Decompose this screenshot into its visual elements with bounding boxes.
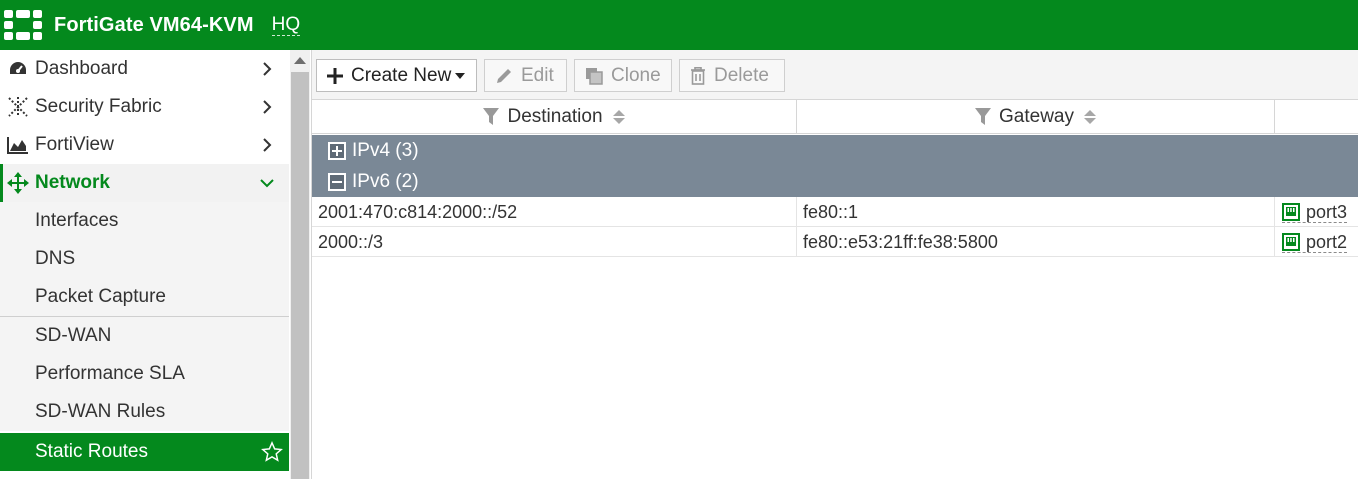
table-row[interactable]: 2001:470:c814:2000::/52 fe80::1 port3 xyxy=(312,197,1358,227)
sidebar-scrollbar[interactable] xyxy=(290,50,310,479)
column-label: Destination xyxy=(507,106,603,127)
main-content: Create New Edit Clone Delete Destination… xyxy=(311,50,1358,479)
network-port-icon xyxy=(1282,202,1300,221)
column-header-gateway[interactable]: Gateway xyxy=(797,100,1275,134)
sidebar-item-label: FortiView xyxy=(35,134,114,155)
edit-label: Edit xyxy=(521,64,554,86)
sidebar: Dashboard Security Fabric FortiView Netw… xyxy=(0,50,289,479)
sidebar-item-dashboard[interactable]: Dashboard xyxy=(0,50,289,88)
sidebar-item-security-fabric[interactable]: Security Fabric xyxy=(0,88,289,126)
toolbar: Create New Edit Clone Delete xyxy=(312,50,1358,100)
pencil-icon xyxy=(495,67,513,85)
clone-icon xyxy=(585,67,603,85)
group-label: IPv6 (2) xyxy=(352,170,419,192)
sidebar-item-label: Network xyxy=(35,172,110,193)
chevron-right-icon xyxy=(257,135,277,155)
sort-icon[interactable] xyxy=(1083,110,1096,124)
cell-gateway: fe80::e53:21ff:fe38:5800 xyxy=(797,227,1275,257)
clone-button[interactable]: Clone xyxy=(574,59,672,92)
app-title: FortiGate VM64-KVM xyxy=(54,13,254,36)
sidebar-item-label: Dashboard xyxy=(35,58,128,79)
dashboard-icon xyxy=(7,58,29,80)
group-row-ipv6[interactable]: IPv6 (2) xyxy=(312,166,1358,197)
cell-interface: port2 xyxy=(1275,227,1358,257)
sort-icon[interactable] xyxy=(612,110,625,124)
sidebar-item-network[interactable]: Network xyxy=(0,164,289,202)
table-row[interactable]: 2000::/3 fe80::e53:21ff:fe38:5800 port2 xyxy=(312,227,1358,257)
hostname-link[interactable]: HQ xyxy=(271,14,301,36)
top-banner: FortiGate VM64-KVM HQ xyxy=(0,0,1358,50)
delete-label: Delete xyxy=(714,64,769,86)
chevron-right-icon xyxy=(257,59,277,79)
sidebar-subitem-static-routes[interactable]: Static Routes xyxy=(0,433,289,471)
group-row-ipv4[interactable]: IPv4 (3) xyxy=(312,135,1358,166)
sidebar-item-label: Static Routes xyxy=(35,441,148,462)
cell-destination: 2001:470:c814:2000::/52 xyxy=(312,197,797,227)
cell-destination: 2000::/3 xyxy=(312,227,797,257)
network-port-icon xyxy=(1282,232,1300,251)
dropdown-caret-icon xyxy=(455,72,466,79)
star-favorite-icon[interactable] xyxy=(261,441,283,469)
column-header-destination[interactable]: Destination xyxy=(312,100,797,134)
edit-button[interactable]: Edit xyxy=(484,59,567,92)
sidebar-subitem-sd-wan-rules[interactable]: SD-WAN Rules xyxy=(0,393,289,431)
collapse-minus-icon[interactable] xyxy=(328,172,346,191)
sidebar-item-fortiview[interactable]: FortiView xyxy=(0,126,289,164)
sidebar-subitem-dns[interactable]: DNS xyxy=(0,240,289,278)
sidebar-subitem-performance-sla[interactable]: Performance SLA xyxy=(0,355,289,393)
interface-name: port2 xyxy=(1306,231,1348,252)
cell-interface: port3 xyxy=(1275,197,1358,227)
interface-link[interactable]: port2 xyxy=(1282,231,1348,253)
sidebar-subitem-interfaces[interactable]: Interfaces xyxy=(0,202,289,240)
network-move-icon xyxy=(7,172,29,194)
chevron-down-icon xyxy=(257,173,277,193)
sidebar-subitem-packet-capture[interactable]: Packet Capture xyxy=(0,278,289,316)
chevron-right-icon xyxy=(257,97,277,117)
group-label: IPv4 (3) xyxy=(352,139,419,161)
expand-plus-icon[interactable] xyxy=(328,141,346,160)
trash-icon xyxy=(690,66,706,85)
delete-button[interactable]: Delete xyxy=(679,59,785,92)
create-new-button[interactable]: Create New xyxy=(316,59,477,92)
security-fabric-icon xyxy=(7,96,29,118)
fortiview-icon xyxy=(7,134,29,156)
filter-icon[interactable] xyxy=(483,108,500,126)
plus-icon xyxy=(327,67,343,84)
scroll-up-arrow-icon[interactable] xyxy=(294,57,306,64)
scrollbar-thumb[interactable] xyxy=(291,72,309,479)
interface-name: port3 xyxy=(1306,201,1348,222)
table-header: Destination Gateway xyxy=(312,100,1358,134)
clone-label: Clone xyxy=(611,64,661,86)
cell-gateway: fe80::1 xyxy=(797,197,1275,227)
column-label: Gateway xyxy=(999,106,1074,127)
column-header-interface[interactable] xyxy=(1275,100,1358,134)
create-new-label: Create New xyxy=(351,64,452,86)
filter-icon[interactable] xyxy=(975,108,991,126)
sidebar-item-label: Security Fabric xyxy=(35,96,162,117)
fortinet-logo-icon[interactable] xyxy=(4,10,46,40)
sidebar-subitem-sd-wan[interactable]: SD-WAN xyxy=(0,317,289,355)
interface-link[interactable]: port3 xyxy=(1282,201,1348,223)
